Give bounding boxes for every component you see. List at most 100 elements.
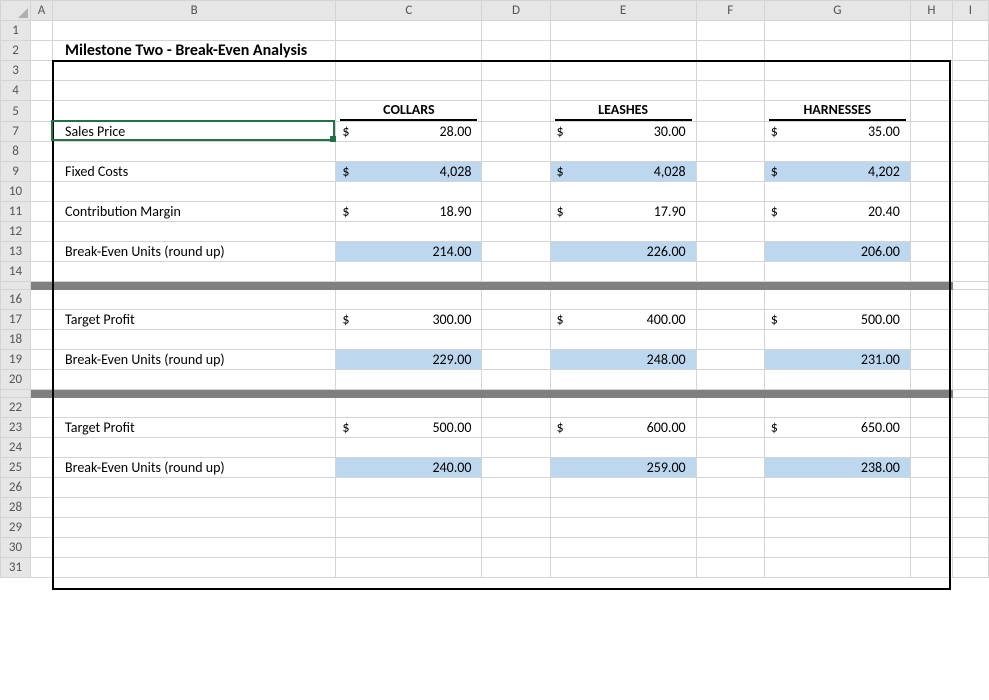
cell[interactable] <box>550 61 696 81</box>
cell[interactable] <box>31 290 53 310</box>
cell[interactable] <box>696 61 764 81</box>
cell[interactable]: $500.00 <box>764 310 910 330</box>
cell[interactable] <box>952 458 988 478</box>
cell[interactable] <box>336 498 482 518</box>
cell[interactable] <box>952 21 988 41</box>
cell[interactable] <box>550 438 696 458</box>
cell[interactable] <box>550 538 696 558</box>
cell[interactable] <box>952 81 988 101</box>
cell[interactable] <box>696 310 764 330</box>
cell[interactable] <box>550 222 696 242</box>
cell[interactable] <box>53 182 336 202</box>
row-header[interactable]: 8 <box>1 142 31 162</box>
cell[interactable] <box>53 142 336 162</box>
cell[interactable] <box>550 498 696 518</box>
cell[interactable] <box>764 81 910 101</box>
row-header[interactable]: 10 <box>1 182 31 202</box>
cell[interactable] <box>482 142 550 162</box>
row-header[interactable]: 19 <box>1 350 31 370</box>
cell[interactable] <box>31 350 53 370</box>
cell[interactable] <box>482 310 550 330</box>
cell[interactable] <box>482 290 550 310</box>
cell[interactable]: Break-Even Units (round up) <box>53 458 336 478</box>
cell[interactable] <box>31 242 53 262</box>
row-header[interactable]: 18 <box>1 330 31 350</box>
cell[interactable]: $35.00 <box>764 122 910 142</box>
cell[interactable] <box>952 202 988 222</box>
cell[interactable] <box>952 182 988 202</box>
cell[interactable] <box>952 262 988 282</box>
row-header[interactable]: 12 <box>1 222 31 242</box>
row-header[interactable]: 3 <box>1 61 31 81</box>
row-header[interactable]: 13 <box>1 242 31 262</box>
cell[interactable] <box>31 398 53 418</box>
cell[interactable] <box>53 478 336 498</box>
cell[interactable] <box>696 398 764 418</box>
cell[interactable] <box>53 518 336 538</box>
col-header-A[interactable]: A <box>31 1 53 21</box>
cell[interactable] <box>764 558 910 578</box>
cell[interactable] <box>696 538 764 558</box>
cell[interactable] <box>53 330 336 350</box>
cell[interactable] <box>952 222 988 242</box>
cell[interactable] <box>31 438 53 458</box>
row-header[interactable]: 14 <box>1 262 31 282</box>
cell[interactable] <box>764 262 910 282</box>
cell[interactable] <box>952 558 988 578</box>
cell[interactable] <box>910 81 952 101</box>
cell[interactable]: $300.00 <box>336 310 482 330</box>
cell[interactable] <box>336 330 482 350</box>
cell[interactable] <box>910 21 952 41</box>
cell[interactable]: $650.00 <box>764 418 910 438</box>
cell[interactable] <box>482 558 550 578</box>
cell[interactable] <box>696 41 764 61</box>
col-header-G[interactable]: G <box>764 1 910 21</box>
row-header[interactable]: 4 <box>1 81 31 101</box>
cell[interactable] <box>696 202 764 222</box>
cell[interactable] <box>910 41 952 61</box>
cell[interactable] <box>31 538 53 558</box>
row-header[interactable]: 22 <box>1 398 31 418</box>
cell[interactable] <box>482 498 550 518</box>
cell[interactable]: 226.00 <box>550 242 696 262</box>
cell[interactable] <box>53 398 336 418</box>
cell[interactable] <box>31 310 53 330</box>
cell[interactable]: $400.00 <box>550 310 696 330</box>
cell[interactable] <box>764 222 910 242</box>
cell[interactable] <box>482 182 550 202</box>
cell[interactable] <box>482 350 550 370</box>
cell[interactable]: $20.40 <box>764 202 910 222</box>
cell[interactable] <box>952 350 988 370</box>
cell[interactable] <box>31 262 53 282</box>
cell[interactable] <box>31 101 53 122</box>
cell[interactable]: $4,028 <box>550 162 696 182</box>
cell[interactable] <box>952 290 988 310</box>
cell[interactable] <box>482 330 550 350</box>
cell[interactable] <box>53 101 336 122</box>
cell[interactable] <box>952 398 988 418</box>
cell[interactable] <box>31 41 53 61</box>
cell[interactable] <box>764 438 910 458</box>
cell[interactable] <box>910 478 952 498</box>
cell[interactable]: $28.00 <box>336 122 482 142</box>
cell[interactable]: HARNESSES <box>764 101 910 122</box>
cell[interactable] <box>952 162 988 182</box>
row-header[interactable]: 5 <box>1 101 31 122</box>
cell[interactable] <box>696 478 764 498</box>
cell[interactable] <box>336 538 482 558</box>
cell[interactable] <box>910 370 952 390</box>
cell[interactable] <box>482 41 550 61</box>
cell[interactable] <box>764 518 910 538</box>
cell[interactable] <box>482 61 550 81</box>
cell[interactable] <box>910 242 952 262</box>
cell[interactable] <box>53 290 336 310</box>
cell[interactable] <box>550 330 696 350</box>
cell[interactable] <box>482 438 550 458</box>
cell[interactable] <box>31 142 53 162</box>
cell[interactable] <box>696 290 764 310</box>
cell[interactable]: $4,202 <box>764 162 910 182</box>
cell[interactable] <box>696 418 764 438</box>
cell[interactable] <box>482 101 550 122</box>
cell[interactable] <box>952 518 988 538</box>
cell[interactable] <box>952 498 988 518</box>
